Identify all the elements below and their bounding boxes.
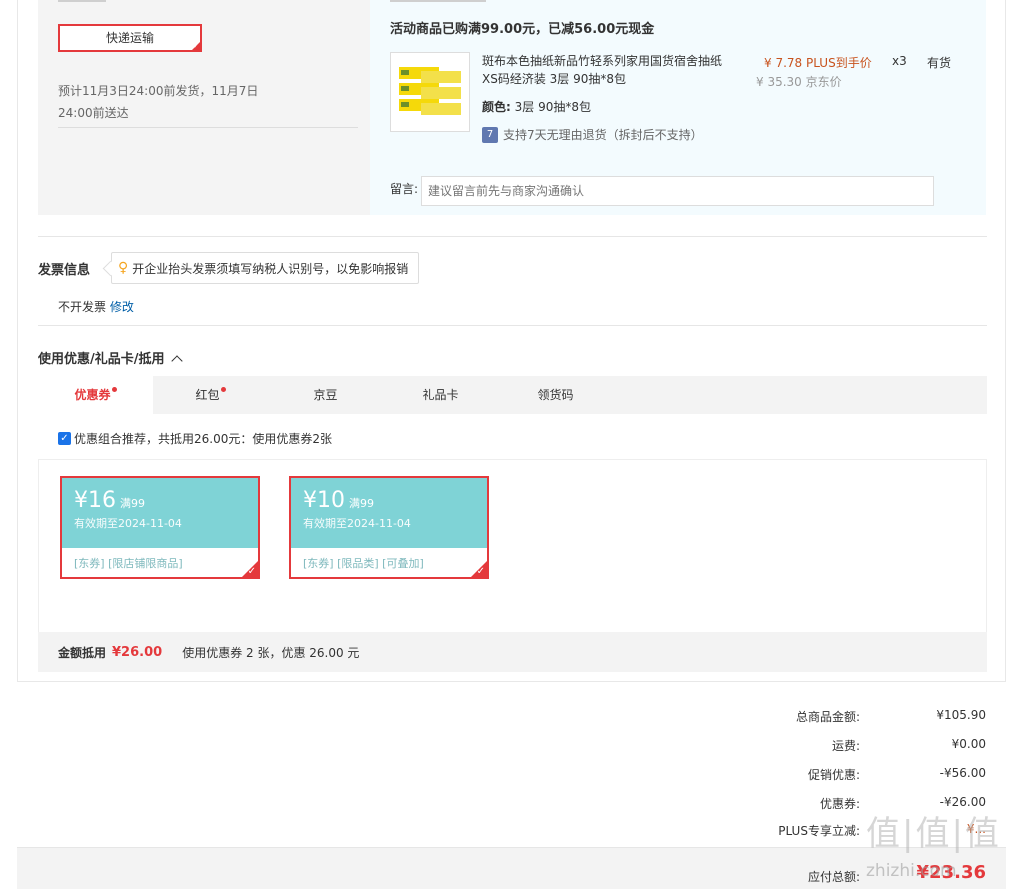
coupon-total-label: 优惠券: xyxy=(819,797,860,811)
invoice-status: 不开发票 修改 xyxy=(58,298,134,315)
summary-label: 金额抵用 xyxy=(58,645,107,660)
pay-total-label: 应付总额: xyxy=(807,870,860,884)
watermark-logo: 值|值|值 xyxy=(866,814,1001,854)
coupon-amount: ¥10 xyxy=(303,488,345,513)
combo-checkbox[interactable]: ✓ xyxy=(58,432,71,445)
shipping-fee-label: 运费: xyxy=(831,739,860,753)
divider xyxy=(38,236,987,237)
note-label: 留言: xyxy=(390,182,419,196)
quantity: x3 xyxy=(892,54,907,68)
coupon-header: ¥16 满99 有效期至2024-11-04 xyxy=(62,478,258,548)
promotion-value: -¥56.00 xyxy=(939,766,986,780)
chevron-up-icon xyxy=(170,355,183,367)
lightbulb-icon: ♀ xyxy=(118,260,129,276)
product-color: 颜色: 3层 90抽*8包 xyxy=(482,98,591,115)
plus-price: ¥ 7.78 PLUS到手价 xyxy=(764,56,872,70)
tab-label: 红包 xyxy=(195,388,220,402)
invoice-tip: ♀ 开企业抬头发票须填写纳税人识别号，以免影响报销 xyxy=(111,252,420,284)
promotion-label: 促销优惠: xyxy=(807,768,860,782)
invoice-status-text: 不开发票 xyxy=(58,300,107,314)
stock-status: 有货 xyxy=(927,56,952,70)
plus-discount-label: PLUS专享立减: xyxy=(778,824,860,838)
shipping-method-option[interactable]: 快递运输 ✓ xyxy=(58,24,202,52)
coupon-tags: [东券] [限店铺限商品] xyxy=(74,557,183,570)
coupon-value: ¥16 满99 xyxy=(74,478,258,513)
new-dot xyxy=(111,387,117,392)
tissue-pack-image xyxy=(397,65,463,121)
coupon-amount: ¥16 xyxy=(74,488,116,513)
tab-gift-card[interactable]: 礼品卡 xyxy=(383,376,498,414)
summary-text: 使用优惠券 2 张，优惠 26.00 元 xyxy=(182,645,360,660)
coupon-condition: 满99 xyxy=(120,497,145,510)
cut-off-text xyxy=(390,0,486,2)
seven-day-return-icon: 7 xyxy=(482,126,498,143)
combo-text: 优惠组合推荐，共抵用26.00元：使用优惠券2张 xyxy=(74,432,332,446)
cut-off-text xyxy=(58,0,106,2)
coupon-header: ¥10 满99 有效期至2024-11-04 xyxy=(291,478,487,548)
tab-label: 京豆 xyxy=(313,388,338,402)
combo-recommendation: ✓ 优惠组合推荐，共抵用26.00元：使用优惠券2张 xyxy=(58,430,332,447)
coupon-value: ¥10 满99 xyxy=(303,478,487,513)
invoice-tip-text: 开企业抬头发票须填写纳税人识别号，以免影响报销 xyxy=(132,261,409,276)
tab-red-packets[interactable]: 红包 xyxy=(153,376,268,414)
tab-label: 礼品卡 xyxy=(422,388,459,402)
delivery-estimate: 预计11月3日24:00前发货，11月7日24:00前送达 xyxy=(58,84,259,120)
jd-price: ¥ 35.30 京东价 xyxy=(756,75,842,89)
return-policy-text: 支持7天无理由退货（拆封后不支持） xyxy=(503,128,703,142)
note-input[interactable] xyxy=(421,176,934,206)
coupon-tags: [东券] [限品类] [可叠加] xyxy=(303,557,424,570)
shipping-method-label: 快递运输 xyxy=(105,31,154,45)
discount-section-toggle[interactable]: 使用优惠/礼品卡/抵用 xyxy=(38,348,183,367)
discount-tabs: 优惠券 红包 京豆 礼品卡 领货码 xyxy=(38,376,987,414)
invoice-title: 发票信息 xyxy=(38,263,91,278)
coupon-expiry: 有效期至2024-11-04 xyxy=(303,517,411,530)
summary-amount: ¥26.00 xyxy=(112,644,163,660)
discount-title: 使用优惠/礼品卡/抵用 xyxy=(38,352,165,367)
tab-label: 优惠券 xyxy=(74,388,111,402)
total-goods-value: ¥105.90 xyxy=(936,708,986,722)
invoice-edit-link[interactable]: 修改 xyxy=(110,300,134,314)
coupon-card[interactable]: ¥16 满99 有效期至2024-11-04 [东券] [限店铺限商品] ✓ xyxy=(60,476,260,579)
shipping-fee-value: ¥0.00 xyxy=(951,737,986,751)
color-label: 颜色: xyxy=(482,100,511,114)
coupon-expiry: 有效期至2024-11-04 xyxy=(74,517,182,530)
tab-label: 领货码 xyxy=(537,388,574,402)
tab-coupons[interactable]: 优惠券 xyxy=(38,376,153,414)
divider xyxy=(58,127,358,128)
discount-summary: 金额抵用 ¥26.00 使用优惠券 2 张，优惠 26.00 元 xyxy=(38,632,987,672)
check-icon: ✓ xyxy=(193,42,199,50)
new-dot xyxy=(220,387,226,392)
coupon-condition: 满99 xyxy=(349,497,374,510)
promo-text: 活动商品已购满99.00元，已减56.00元现金 xyxy=(390,22,655,37)
total-goods-label: 总商品金额: xyxy=(795,710,860,724)
watermark-url: zhizhi.com xyxy=(866,861,957,881)
check-icon: ✓ xyxy=(247,566,256,577)
divider xyxy=(38,325,987,326)
product-thumbnail[interactable] xyxy=(390,52,470,132)
tab-redeem-code[interactable]: 领货码 xyxy=(498,376,613,414)
check-icon: ✓ xyxy=(476,566,485,577)
coupon-card[interactable]: ¥10 满99 有效期至2024-11-04 [东券] [限品类] [可叠加] ✓ xyxy=(289,476,489,579)
color-value: 3层 90抽*8包 xyxy=(514,100,591,114)
return-policy: 7 支持7天无理由退货（拆封后不支持） xyxy=(482,126,703,143)
tab-jd-beans[interactable]: 京豆 xyxy=(268,376,383,414)
product-name[interactable]: 斑布本色抽纸新品竹轻系列家用国货宿舍抽纸XS码经济装 3层 90抽*8包 xyxy=(482,52,732,88)
